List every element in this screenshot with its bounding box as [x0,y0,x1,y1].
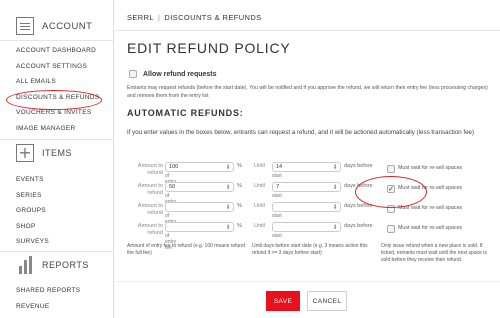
until-unit: days before [344,183,373,189]
wait-resell-checkbox[interactable] [387,225,395,233]
actions-divider [115,281,500,282]
sidebar-divider [0,40,113,41]
amount-percent-unit: % [237,223,242,229]
amount-label: Amount to refund [137,203,163,216]
amount-label: Amount to refund [137,183,163,196]
items-section-title: ITEMS [42,148,73,158]
breadcrumb-separator: | [158,13,161,22]
automatic-refunds-instructions: If you enter values in the boxes below, … [127,129,475,136]
until-unit: days before [344,223,373,229]
sidebar-divider [0,251,113,252]
amount-input[interactable]: ▲ ▼ [165,222,234,232]
until-sublabel: start [272,193,282,199]
until-label: Until [254,183,266,189]
breadcrumb-current: DISCOUNTS & REFUNDS [164,13,262,22]
amount-input[interactable]: ▲ ▼ [165,202,234,212]
until-sublabel: start [272,173,282,179]
allow-refunds-checkbox[interactable] [129,70,137,78]
wait-resell-label[interactable]: Must wait for re-sell spaces [398,205,462,211]
sidebar-item-shop[interactable]: SHOP [16,219,49,235]
account-nav: ACCOUNT DASHBOARD ACCOUNT SETTINGS ALL E… [16,43,99,136]
stepper-arrows-icon[interactable]: ▲ ▼ [227,224,231,230]
sidebar-item-revenue[interactable]: REVENUE [16,299,80,315]
sidebar-item-groups[interactable]: GROUPS [16,203,49,219]
until-input[interactable]: 7 ▲ ▼ [272,182,341,192]
wait-resell-label[interactable]: Must wait for re-sell spaces [398,165,462,171]
wait-footnote: Only issue refund when a new place is so… [381,243,487,263]
wait-resell-label[interactable]: Must wait for re-sell spaces [398,185,462,191]
until-label: Until [254,163,266,169]
until-sublabel: start [272,233,282,239]
stepper-arrows-icon[interactable]: ▲ ▼ [227,204,231,210]
until-sublabel: start [272,213,282,219]
amount-input[interactable]: 50 ▲ ▼ [165,182,234,192]
cancel-button[interactable]: CANCEL [307,291,347,311]
account-section-title: ACCOUNT [42,20,93,32]
automatic-refunds-title: AUTOMATIC REFUNDS: [127,108,244,118]
main-content: SERRL | DISCOUNTS & REFUNDS EDIT REFUND PO… [115,0,500,318]
until-footnote: Until days before start date (e.g. 3 mea… [252,243,368,256]
until-input[interactable]: 14 ▲ ▼ [272,162,341,172]
sidebar-item-series[interactable]: SERIES [16,188,49,204]
until-input[interactable]: ▲ ▼ [272,202,341,212]
amount-value: 50 [169,184,176,190]
wait-resell-label[interactable]: Must wait for re-sell spaces [398,225,462,231]
sidebar-item-all-emails[interactable]: ALL EMAILS [16,74,99,90]
until-label: Until [254,203,266,209]
amount-label: Amount to refund [137,163,163,176]
items-section-header[interactable]: + ITEMS [0,143,72,163]
menu-lines-icon [16,17,34,35]
allow-refunds-row: Allow refund requests [129,70,217,78]
amount-percent-unit: % [237,163,242,169]
until-label: Until [254,223,266,229]
amount-percent-unit: % [237,183,242,189]
sidebar-item-surveys[interactable]: SURVEYS [16,234,49,250]
sidebar-item-events[interactable]: EVENTS [16,172,49,188]
reports-section-header[interactable]: REPORTS [0,255,89,275]
sidebar: ACCOUNT ACCOUNT DASHBOARD ACCOUNT SETTIN… [0,0,114,318]
amount-footnote: Amount of entry fee to refund (e.g. 100 … [127,243,245,256]
sidebar-item-vouchers-invites[interactable]: VOUCHERS & INVITES [16,105,99,121]
wait-resell-checkbox[interactable] [387,205,395,213]
stepper-arrows-icon[interactable]: ▲ ▼ [334,204,338,210]
bar-chart-icon [16,256,34,274]
until-value: 14 [276,164,283,170]
amount-percent-unit: % [237,203,242,209]
sidebar-item-account-dashboard[interactable]: ACCOUNT DASHBOARD [16,43,99,59]
stepper-arrows-icon[interactable]: ▲ ▼ [334,164,338,170]
save-button[interactable]: SAVE [266,291,300,311]
reports-section-title: REPORTS [42,260,89,270]
sidebar-divider [0,139,113,140]
wait-resell-checkbox[interactable] [387,165,395,173]
reports-nav: SHARED REPORTS REVENUE [16,283,80,314]
until-value: 7 [276,184,280,190]
account-section-header[interactable]: ACCOUNT [0,12,92,40]
wait-resell-checkbox[interactable] [387,185,395,193]
until-input[interactable]: ▲ ▼ [272,222,341,232]
stepper-arrows-icon[interactable]: ▲ ▼ [334,184,338,190]
stepper-arrows-icon[interactable]: ▲ ▼ [334,224,338,230]
sidebar-item-image-manager[interactable]: IMAGE MANAGER [16,121,99,137]
plus-icon: + [16,144,34,162]
amount-value: 100 [169,164,179,170]
sidebar-item-shared-reports[interactable]: SHARED REPORTS [16,283,80,299]
breadcrumb-org[interactable]: SERRL [127,13,154,22]
amount-label: Amount to refund [137,223,163,236]
until-unit: days before [344,203,373,209]
allow-refunds-help: Entrants may request refunds (before the… [127,85,488,99]
header-divider [115,30,500,31]
stepper-arrows-icon[interactable]: ▲ ▼ [227,184,231,190]
stepper-arrows-icon[interactable]: ▲ ▼ [227,164,231,170]
sidebar-item-discounts-refunds[interactable]: DISCOUNTS & REFUNDS [16,90,99,106]
amount-input[interactable]: 100 ▲ ▼ [165,162,234,172]
page-title: EDIT REFUND POLICY [127,40,291,56]
items-nav: EVENTS SERIES GROUPS SHOP SURVEYS [16,172,49,250]
sidebar-item-account-settings[interactable]: ACCOUNT SETTINGS [16,59,99,75]
allow-refunds-label[interactable]: Allow refund requests [143,71,217,78]
until-unit: days before [344,163,373,169]
breadcrumb: SERRL | DISCOUNTS & REFUNDS [127,13,262,22]
